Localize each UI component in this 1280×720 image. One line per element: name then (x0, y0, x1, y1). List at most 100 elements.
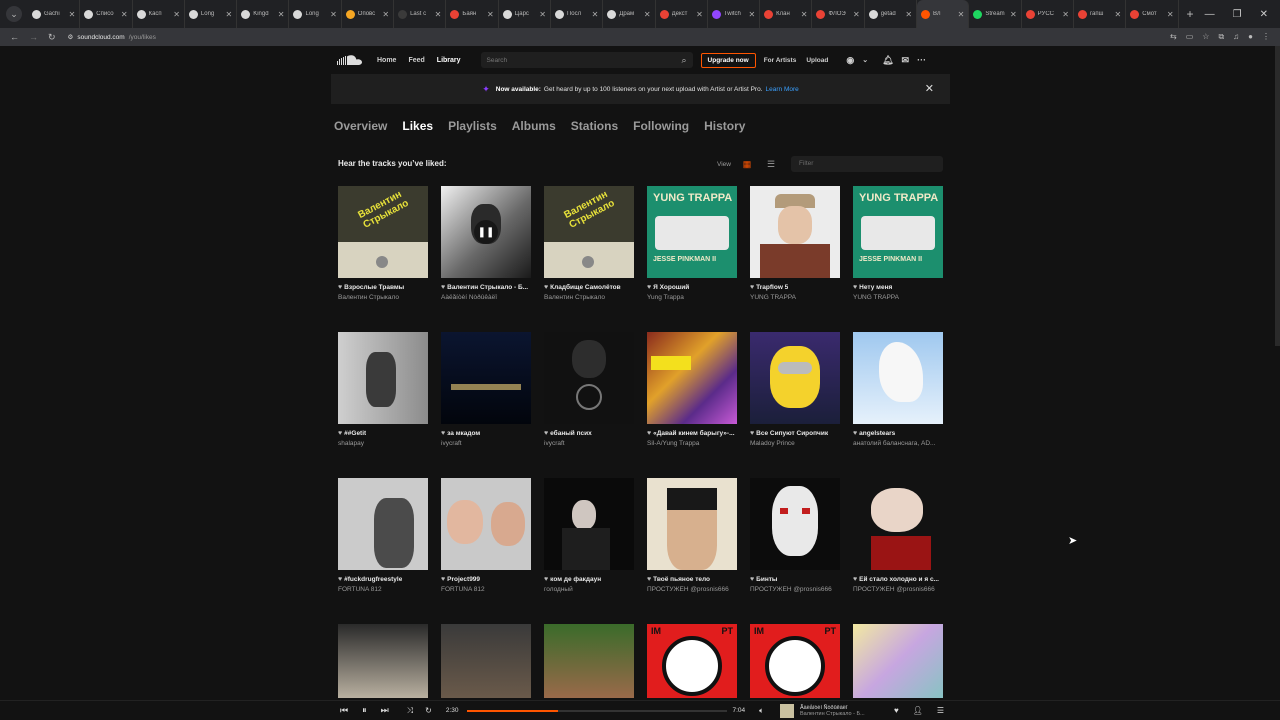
previous-track-icon[interactable]: ⏮ (340, 705, 348, 716)
tab-search-button[interactable]: ⌄ (6, 6, 22, 22)
track-artwork[interactable]: Валентин Стрыкало (544, 186, 634, 278)
track-artist[interactable]: Ãàëåíòèí Ñòðûêàëî (441, 294, 539, 301)
tab-following[interactable]: Following (633, 119, 689, 133)
track-artist[interactable]: YUNG TRAPPA (750, 294, 848, 301)
queue-icon[interactable]: ☰ (937, 706, 944, 715)
track-artwork[interactable] (338, 332, 428, 424)
browser-tab[interactable]: ФЛОЭ ✕ (812, 0, 865, 28)
liked-heart-icon[interactable]: ♥ (441, 284, 445, 291)
liked-heart-icon[interactable]: ♥ (853, 576, 857, 583)
track-artwork[interactable] (853, 332, 943, 424)
tab-close-icon[interactable]: ✕ (748, 10, 755, 19)
tab-close-icon[interactable]: ✕ (801, 10, 808, 19)
tab-overview[interactable]: Overview (334, 119, 387, 133)
repeat-icon[interactable]: ↻ (425, 706, 432, 715)
shuffle-icon[interactable]: ⤨ (407, 706, 413, 716)
liked-heart-icon[interactable]: ♥ (441, 576, 445, 583)
track-artwork[interactable]: YUNG TRAPPA JESSE PINKMAN II (647, 186, 737, 278)
tab-close-icon[interactable]: ✕ (382, 10, 389, 19)
liked-heart-icon[interactable]: ♥ (338, 576, 342, 583)
tab-close-icon[interactable]: ✕ (487, 10, 494, 19)
track-artwork[interactable]: IM PT (647, 624, 737, 698)
filter-input[interactable]: Filter (790, 156, 943, 172)
track-artist[interactable]: FORTUNA 812 (338, 586, 436, 593)
track-title[interactable]: angelstears (859, 430, 895, 437)
track-artwork[interactable] (853, 624, 943, 698)
track-artwork[interactable]: IM PT (750, 624, 840, 698)
media-icon[interactable]: ♫ (1233, 32, 1239, 42)
tab-close-icon[interactable]: ✕ (278, 10, 285, 19)
liked-heart-icon[interactable]: ♥ (750, 576, 754, 583)
tab-close-icon[interactable]: ✕ (1062, 10, 1069, 19)
track-artwork[interactable] (750, 478, 840, 570)
forward-icon[interactable]: → (29, 32, 38, 42)
track-artwork[interactable] (338, 478, 428, 570)
next-track-icon[interactable]: ⏭ (381, 705, 389, 716)
browser-tab[interactable]: Long ✕ (185, 0, 238, 28)
liked-heart-icon[interactable]: ♥ (853, 430, 857, 437)
track-artist[interactable]: Sil-A/Yung Trappa (647, 440, 745, 447)
track-title[interactable]: Твоё пьяное тело (653, 576, 710, 583)
track-card[interactable]: ♥ «Давай кинем барыгу»-... Sil-A/Yung Tra… (647, 332, 737, 447)
nav-home[interactable]: Home (377, 57, 396, 64)
track-artist[interactable]: Валентин Стрыкало (338, 294, 436, 301)
back-icon[interactable]: ← (10, 32, 19, 42)
tab-stations[interactable]: Stations (571, 119, 618, 133)
browser-tab[interactable]: Списо ✕ (80, 0, 133, 28)
close-banner-icon[interactable]: ✕ (925, 82, 934, 95)
tab-close-icon[interactable]: ✕ (173, 10, 180, 19)
browser-tab[interactable]: Касп ✕ (133, 0, 185, 28)
liked-heart-icon[interactable]: ♥ (853, 284, 857, 291)
track-card[interactable]: ♥ Твоё пьяное тело ПРОСТУЖЕН @prosnis666 (647, 478, 737, 593)
track-artist[interactable]: ПРОСТУЖЕН @prosnis666 (750, 586, 848, 593)
track-title[interactable]: Project999 (447, 576, 480, 583)
track-title[interactable]: Валентин Стрыкало - Б... (447, 284, 528, 291)
browser-tab[interactable]: Смот ✕ (1126, 0, 1179, 28)
browser-tab[interactable]: Kingd ✕ (237, 0, 290, 28)
track-card[interactable] (544, 624, 634, 698)
track-card[interactable]: ♥ за мкадом ivycraft (441, 332, 531, 447)
tab-close-icon[interactable]: ✕ (1115, 10, 1122, 19)
liked-heart-icon[interactable]: ♥ (338, 284, 342, 291)
browser-tab[interactable]: Long ✕ (289, 0, 342, 28)
track-artwork[interactable] (647, 332, 737, 424)
tab-close-icon[interactable]: ✕ (1167, 10, 1174, 19)
url-field[interactable]: ⚙ soundcloud.com/you/likes (68, 33, 156, 42)
track-card[interactable]: ♥ ##Getit shalapay (338, 332, 428, 447)
tab-albums[interactable]: Albums (512, 119, 556, 133)
browser-tab[interactable]: getad ✕ (865, 0, 918, 28)
track-card[interactable]: YUNG TRAPPA JESSE PINKMAN II ♥ Нету меня Y… (853, 186, 943, 301)
cast-icon[interactable]: ▭ (1186, 32, 1194, 42)
liked-heart-icon[interactable]: ♥ (750, 430, 754, 437)
liked-heart-icon[interactable]: ♥ (544, 430, 548, 437)
track-artist[interactable]: YUNG TRAPPA (853, 294, 951, 301)
learn-more-link[interactable]: Learn More (766, 86, 799, 93)
track-artwork[interactable] (544, 332, 634, 424)
now-playing-artwork[interactable] (779, 703, 794, 718)
tab-history[interactable]: History (704, 119, 745, 133)
browser-tab[interactable]: Царс ✕ (499, 0, 551, 28)
notifications-bell-icon[interactable]: 🔔︎ (882, 55, 893, 66)
tab-close-icon[interactable]: ✕ (539, 10, 546, 19)
track-artist[interactable]: Maladoy Prince (750, 440, 848, 447)
chevron-down-icon[interactable]: ⌄ (862, 56, 868, 64)
track-card[interactable] (338, 624, 428, 698)
track-artwork[interactable]: ❚❚ (441, 186, 531, 278)
browser-tab[interactable]: Вл ✕ (917, 0, 970, 28)
track-card[interactable]: ❚❚ ♥ Валентин Стрыкало - Б... Ãàëåíòèí Ñò… (441, 186, 531, 301)
pause-icon[interactable]: ⏸ (362, 705, 367, 716)
track-artwork[interactable]: YUNG TRAPPA JESSE PINKMAN II (853, 186, 943, 278)
track-artwork[interactable] (647, 478, 737, 570)
extensions-icon[interactable]: ⧉ (1218, 32, 1224, 42)
browser-menu-icon[interactable]: ⋮ (1262, 32, 1270, 42)
tab-playlists[interactable]: Playlists (448, 119, 497, 133)
search-input[interactable]: Search ⌕ (480, 52, 693, 68)
reload-icon[interactable]: ↻ (48, 32, 56, 43)
tab-close-icon[interactable]: ✕ (853, 10, 860, 19)
track-card[interactable]: IM PT (647, 624, 737, 698)
page-scrollbar[interactable] (1275, 46, 1280, 346)
track-card[interactable]: ♥ Project999 FORTUNA 812 (441, 478, 531, 593)
nav-library[interactable]: Library (437, 57, 461, 64)
track-card[interactable]: Валентин Стрыкало ♥ Кладбище Самолётов Ва… (544, 186, 634, 301)
tab-close-icon[interactable]: ✕ (592, 10, 599, 19)
